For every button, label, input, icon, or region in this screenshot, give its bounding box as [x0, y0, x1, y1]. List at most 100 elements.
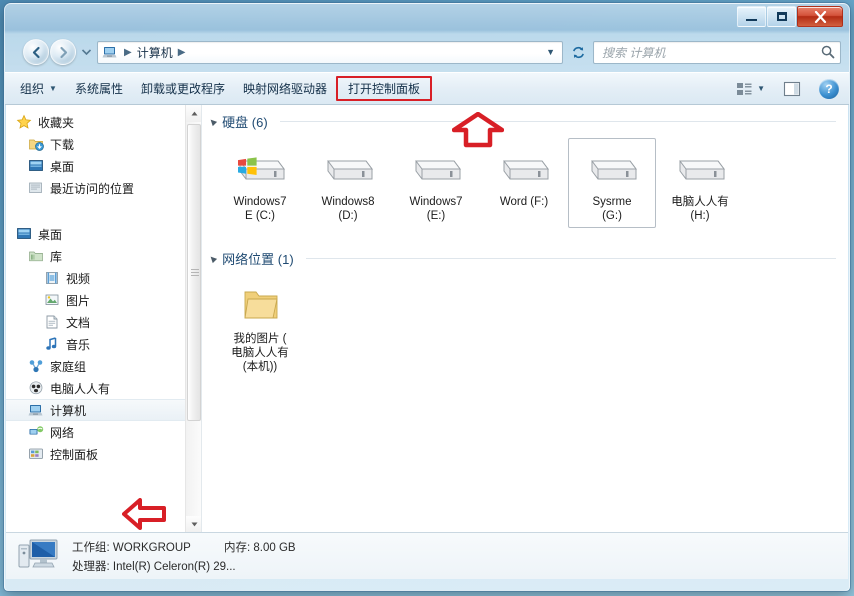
drive-name-line2: (E:)	[426, 210, 446, 222]
drive-tile[interactable]: Windows8 (D:)	[304, 138, 392, 228]
close-icon	[814, 10, 826, 23]
preview-pane-button[interactable]	[781, 78, 803, 100]
search-box[interactable]: 搜索 计算机	[593, 40, 841, 64]
sidebar-scrollbar[interactable]	[185, 105, 201, 533]
sidebar-item-label: 收藏夹	[38, 115, 75, 130]
forward-button[interactable]	[50, 39, 76, 65]
sidebar-item-videos[interactable]: 视频	[6, 267, 201, 289]
breadcrumb-separator-1[interactable]: ▶	[174, 47, 190, 58]
search-input[interactable]: 搜索 计算机	[598, 44, 820, 61]
section-divider	[305, 258, 836, 259]
drive-icon	[327, 160, 373, 180]
breadcrumb-item-0[interactable]: 计算机	[136, 44, 174, 61]
drive-tile[interactable]: Windows7 (E:)	[392, 138, 480, 228]
drive-name-line1: Sysrme	[592, 196, 632, 208]
sidebar-item-label: 桌面	[50, 159, 75, 174]
refresh-button[interactable]	[567, 41, 589, 64]
drive-icon	[679, 160, 725, 180]
title-bar	[5, 4, 849, 32]
documents-icon	[46, 315, 58, 329]
library-icon	[29, 251, 43, 262]
view-dropdown-icon[interactable]: ▼	[757, 84, 765, 93]
sidebar-item-downloads[interactable]: 下载	[6, 133, 201, 155]
drive-name-line1: Word (F:)	[499, 196, 549, 208]
network-folder-tile[interactable]: 我的图片 ( 电脑人人有 (本机))	[216, 275, 304, 379]
user-icon	[29, 381, 43, 395]
recent-pages-button[interactable]	[80, 41, 93, 63]
sidebar-item-libraries[interactable]: 库	[6, 245, 201, 267]
downloads-icon	[29, 139, 44, 151]
sidebar-item-documents[interactable]: 文档	[6, 311, 201, 333]
sidebar-item-desktop-root[interactable]: 桌面	[6, 223, 201, 245]
search-icon[interactable]	[820, 44, 836, 60]
close-button[interactable]	[797, 6, 843, 27]
drive-name-line2: (H:)	[690, 210, 710, 222]
collapse-caret-icon[interactable]: ◀	[208, 116, 219, 127]
drive-tile[interactable]: Sysrme (G:)	[568, 138, 656, 228]
preview-pane-icon	[783, 81, 801, 96]
minimize-button[interactable]	[737, 6, 766, 27]
toolbar-item-system-properties[interactable]: 系统属性	[66, 76, 132, 101]
toolbar-item-organize[interactable]: 组织 ▼	[11, 76, 66, 101]
sidebar-item-computer[interactable]: 计算机	[6, 399, 201, 421]
forward-arrow-icon	[59, 46, 67, 58]
drive-tile[interactable]: Word (F:)	[480, 138, 568, 228]
network-folder-name-line2: 电脑人人有	[231, 347, 289, 359]
drive-name-line1: Windows8	[321, 196, 375, 208]
sidebar-item-user[interactable]: 电脑人人有	[6, 377, 201, 399]
sidebar-item-control-panel[interactable]: 控制面板	[6, 443, 201, 465]
toolbar-item-map-network-drive[interactable]: 映射网络驱动器	[234, 76, 336, 101]
navigation-bar: ▶ 计算机 ▶ ▼ 搜索 计算机	[5, 32, 849, 72]
sidebar-item-music[interactable]: 音乐	[6, 333, 201, 355]
scroll-up-button[interactable]	[186, 105, 201, 122]
breadcrumb-separator-0: ▶	[124, 46, 132, 58]
drive-name-line1: 电脑人人有	[671, 196, 729, 208]
sidebar-group-tree: 桌面 库 视频 图片 文档 音乐 家庭组 电脑人人有 计算机 网络 控制面板	[6, 223, 201, 465]
scroll-down-button[interactable]	[186, 516, 201, 533]
sidebar-item-label: 网络	[50, 425, 75, 440]
workgroup-value: 工作组: WORKGROUP	[72, 541, 191, 554]
section-header-hard-disks[interactable]: ◀ 硬盘 (6)	[202, 105, 848, 134]
processor-value: 处理器: Intel(R) Celeron(R) 29...	[72, 560, 236, 573]
videos-icon	[46, 272, 58, 284]
computer-icon	[102, 47, 117, 58]
maximize-button[interactable]	[767, 6, 796, 27]
sidebar-item-network[interactable]: 网络	[6, 421, 201, 443]
network-tiles: 我的图片 ( 电脑人人有 (本机))	[202, 271, 848, 379]
view-options-icon	[736, 82, 752, 95]
sidebar-item-favorites[interactable]: 收藏夹	[6, 111, 201, 133]
network-icon	[29, 426, 44, 435]
sidebar-item-label: 视频	[66, 271, 91, 286]
toolbar-item-open-control-panel[interactable]: 打开控制面板	[335, 76, 432, 101]
help-button[interactable]: ?	[819, 78, 839, 99]
toolbar-item-uninstall-change-program[interactable]: 卸载或更改程序	[132, 76, 234, 101]
sidebar-item-label: 库	[50, 249, 63, 264]
back-button[interactable]	[23, 39, 49, 65]
drive-name-line1: Windows7	[233, 196, 287, 208]
address-bar[interactable]: ▶ 计算机 ▶ ▼	[97, 40, 563, 64]
section-header-network-locations[interactable]: ◀ 网络位置 (1)	[202, 242, 848, 271]
sidebar-item-homegroup[interactable]: 家庭组	[6, 355, 201, 377]
sidebar-item-label: 音乐	[66, 337, 91, 352]
change-view-button[interactable]	[733, 78, 755, 100]
drive-name-line2: (G:)	[602, 210, 622, 222]
desktop-icon	[29, 160, 43, 171]
sidebar-item-label: 家庭组	[50, 359, 87, 374]
sidebar-item-desktop[interactable]: 桌面	[6, 155, 201, 177]
drive-tile[interactable]: Windows7 E (C:)	[216, 138, 304, 228]
folder-icon	[244, 291, 278, 319]
section-title: 网络位置 (1)	[222, 252, 294, 267]
details-row: 处理器: Intel(R) Celeron(R) 29...	[72, 558, 296, 574]
drive-tile[interactable]: 电脑人人有 (H:)	[656, 138, 744, 228]
file-list-pane[interactable]: ◀ 硬盘 (6) Windows7 E (C:) Windows8 (D:) W…	[202, 105, 848, 533]
scrollbar-thumb[interactable]	[187, 124, 201, 421]
address-dropdown-icon[interactable]: ▼	[541, 47, 560, 57]
sidebar-item-pictures[interactable]: 图片	[6, 289, 201, 311]
collapse-caret-icon[interactable]: ◀	[208, 253, 219, 264]
explorer-content: 收藏夹 下载 桌面 最近访问的位置 桌面 库 视频 图片 文档 音乐 家庭组 电…	[6, 105, 848, 533]
network-folder-name-line3: (本机))	[242, 361, 278, 373]
drive-name-line2: (D:)	[338, 210, 358, 222]
sidebar-item-recent-places[interactable]: 最近访问的位置	[6, 177, 201, 199]
recent-places-icon	[29, 182, 42, 193]
desktop-icon	[17, 228, 31, 239]
